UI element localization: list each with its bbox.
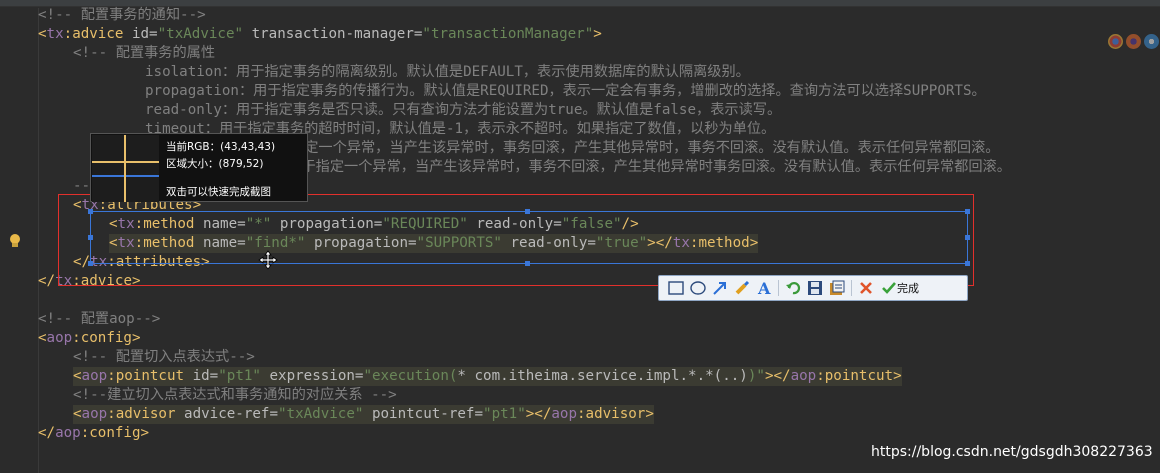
watermark-url: https://blog.csdn.net/gdsgdh308227363	[871, 444, 1153, 460]
resize-handle-bottom[interactable]	[525, 261, 530, 266]
svg-text:A: A	[757, 280, 771, 296]
toolbar-separator	[851, 280, 852, 296]
text-tool-icon[interactable]: A	[753, 277, 775, 299]
code-line-comment: read-only：用于指定事务是否只读。只有查询方法才能设置为true。默认值…	[145, 102, 782, 118]
code-line-comment: <!-- 配置事务的通知-->	[38, 7, 206, 23]
code-line-aop-advisor: <aop:advisor advice-ref="txAdvice" point…	[73, 405, 654, 424]
magnifier-zoom-view	[92, 135, 159, 202]
done-label: 完成	[897, 282, 919, 295]
magnifier-hint: 双击可以快速完成截图	[166, 186, 271, 198]
resize-handle-left[interactable]	[88, 235, 93, 240]
code-line-comment: <!-- 配置事务的属性	[73, 45, 216, 61]
code-line-comment: <!-- 配置切入点表达式-->	[73, 349, 255, 365]
code-line-aop-config-close: </aop:config>	[38, 425, 150, 441]
cancel-tool-icon[interactable]	[855, 277, 877, 299]
resize-handle-right[interactable]	[965, 235, 970, 240]
screenshot-magnifier: 当前RGB：(43,43,43) 区域大小：(879,52) 双击可以快速完成截…	[90, 133, 308, 202]
resize-handle-top-right[interactable]	[965, 209, 970, 214]
safari-icon[interactable]	[1144, 34, 1159, 49]
resize-handle-bottom-left[interactable]	[88, 261, 93, 266]
screenshot-selection-region[interactable]	[88, 209, 970, 266]
code-line-aop-pointcut: <aop:pointcut id="pt1" expression="execu…	[73, 367, 902, 386]
code-line-tx-advice-open: <tx:advice id="txAdvice" transaction-man…	[38, 26, 602, 42]
code-line-comment: <!--建立切入点表达式和事务通知的对应关系 -->	[73, 387, 397, 403]
save-tool-icon[interactable]	[804, 277, 826, 299]
rectangle-tool-icon[interactable]	[665, 277, 687, 299]
code-line-comment: propagation：用于指定事务的传播行为。默认值是REQUIRED，表示一…	[145, 83, 986, 99]
copy-tool-icon[interactable]	[826, 277, 848, 299]
resize-handle-top[interactable]	[525, 209, 530, 214]
check-icon	[882, 282, 896, 294]
browser-preview-icons	[1108, 34, 1159, 50]
magnifier-crosshair-v	[124, 135, 126, 202]
toolbar-separator	[778, 280, 779, 296]
undo-tool-icon[interactable]	[782, 277, 804, 299]
brush-tool-icon[interactable]	[731, 277, 753, 299]
gutter-fold-line	[38, 8, 39, 473]
firefox-icon[interactable]	[1126, 34, 1141, 49]
magnifier-size-label: 区域大小：(879,52)	[166, 158, 264, 170]
lightbulb-base	[12, 243, 18, 247]
resize-handle-top-left[interactable]	[88, 209, 93, 214]
done-button[interactable]: 完成	[877, 277, 923, 299]
code-line-comment: isolation：用于指定事务的隔离级别。默认值是DEFAULT，表示使用数据…	[145, 64, 750, 80]
arrow-tool-icon[interactable]	[709, 277, 731, 299]
code-line-aop-config-open: <aop:config>	[38, 330, 141, 346]
resize-handle-bottom-right[interactable]	[965, 261, 970, 266]
ellipse-tool-icon[interactable]	[687, 277, 709, 299]
code-line-comment: <!-- 配置aop-->	[38, 311, 161, 327]
magnifier-rgb-label: 当前RGB：(43,43,43)	[166, 141, 276, 153]
move-cursor-icon	[258, 250, 278, 270]
screenshot-toolbar: A 完成	[658, 275, 968, 301]
lightbulb-icon[interactable]	[9, 234, 21, 248]
chrome-icon[interactable]	[1108, 34, 1123, 49]
